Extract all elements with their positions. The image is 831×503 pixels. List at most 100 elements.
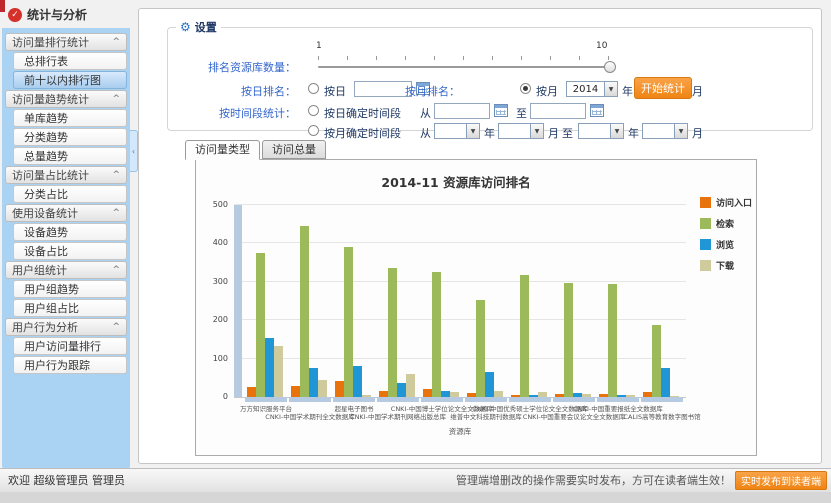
sidebar-item[interactable]: 用户组趋势 — [13, 280, 127, 298]
sidebar-nav: 访问量排行统计^总排行表前十以内排行图访问量趋势统计^单库趋势分类趋势总量趋势访… — [2, 33, 130, 374]
y-tick-label: 0 — [223, 392, 228, 401]
period-daily-radio[interactable] — [308, 105, 319, 116]
period-monthly-radio-label: 按月确定时间段 — [324, 125, 401, 141]
bar — [309, 368, 318, 397]
slider-handle[interactable] — [604, 61, 616, 73]
legend-item: 下载 — [700, 259, 752, 272]
group-base-strip — [333, 397, 375, 402]
period-from-year-select[interactable]: ▼ — [434, 123, 480, 139]
sidebar-item[interactable]: 设备占比 — [13, 242, 127, 260]
bar-group — [640, 206, 684, 397]
bar — [485, 372, 494, 397]
daily-rank-label: 按日排名： — [168, 83, 296, 99]
settings-legend-label: 设置 — [195, 19, 217, 35]
sidebar-group-label: 用户行为分析 — [12, 319, 78, 336]
sidebar-group-header[interactable]: 访问量排行统计^ — [5, 33, 127, 51]
sidebar-group-header[interactable]: 用户行为分析^ — [5, 318, 127, 336]
bar — [344, 247, 353, 397]
sidebar-collapse-handle[interactable]: ‹ — [130, 130, 138, 172]
tab[interactable]: 访问总量 — [262, 140, 326, 159]
gear-icon: ⚙ — [180, 20, 191, 34]
to-label: 至 — [516, 105, 527, 121]
bar — [670, 396, 679, 397]
sidebar-group-label: 用户组统计 — [12, 262, 67, 279]
sidebar-group-label: 访问量排行统计 — [12, 34, 89, 51]
bar — [265, 338, 274, 397]
bar — [626, 395, 635, 397]
monthly-radio-label: 按月 — [536, 83, 558, 99]
legend-label: 检索 — [716, 217, 734, 230]
chevron-up-icon: ^ — [112, 167, 120, 184]
sidebar-item[interactable]: 设备趋势 — [13, 223, 127, 241]
bar-group — [420, 206, 464, 397]
slider-ticks — [318, 56, 610, 60]
year-select[interactable]: 2014 ▼ — [566, 81, 618, 97]
y-tick-label: 200 — [213, 315, 228, 324]
chart-title: 2014-11 资源库访问排名 — [216, 172, 696, 191]
tab[interactable]: 访问量类型 — [185, 140, 260, 160]
month-unit: 月 — [692, 125, 703, 141]
sidebar-item[interactable]: 分类趋势 — [13, 128, 127, 146]
bar-group — [376, 206, 420, 397]
sidebar-item[interactable]: 总量趋势 — [13, 147, 127, 165]
rank-count-slider[interactable] — [318, 66, 610, 68]
y-tick-label: 300 — [213, 277, 228, 286]
sidebar-group-header[interactable]: 用户组统计^ — [5, 261, 127, 279]
bar — [274, 346, 283, 397]
sidebar-item[interactable]: 用户访问量排行 — [13, 337, 127, 355]
period-monthly-radio[interactable] — [308, 125, 319, 136]
month-unit: 月 — [692, 83, 703, 99]
period-to-date-input[interactable] — [530, 103, 586, 119]
year-unit: 年 — [484, 125, 495, 141]
group-base-strip — [465, 397, 507, 402]
sidebar-item[interactable]: 单库趋势 — [13, 109, 127, 127]
bar — [511, 395, 520, 397]
sidebar-item[interactable]: 总排行表 — [13, 52, 127, 70]
year-unit: 年 — [622, 83, 633, 99]
bar — [494, 391, 503, 397]
sidebar-item[interactable]: 用户行为跟踪 — [13, 356, 127, 374]
bar — [300, 226, 309, 397]
calendar-icon[interactable] — [494, 104, 508, 117]
period-from-month-select[interactable]: ▼ — [498, 123, 544, 139]
period-from-date-input[interactable] — [434, 103, 490, 119]
bar-group — [288, 206, 332, 397]
bar — [441, 391, 450, 397]
chevron-down-icon: ▼ — [674, 124, 687, 138]
legend-item: 访问入口 — [700, 196, 752, 209]
sidebar-group-header[interactable]: 访问量趋势统计^ — [5, 90, 127, 108]
status-bar: 欢迎 超级管理员 管理员 管理端增删改的操作需要实时发布，方可在读者端生效！ 实… — [0, 468, 831, 492]
chart-tabbar: 访问量类型访问总量 — [185, 140, 326, 160]
bar-group — [332, 206, 376, 397]
sidebar-item[interactable]: 前十以内排行图 — [13, 71, 127, 89]
chevron-down-icon: ▼ — [604, 82, 617, 96]
sidebar-group-header[interactable]: 使用设备统计^ — [5, 204, 127, 222]
bar — [529, 395, 538, 397]
chart-plot: 0100200300400500 — [234, 206, 686, 398]
window-bottom-strip — [0, 492, 831, 503]
publish-button[interactable]: 实时发布到读者端 — [735, 471, 827, 490]
daily-radio[interactable] — [308, 83, 319, 94]
legend-label: 浏览 — [716, 238, 734, 251]
bar — [617, 395, 626, 397]
period-to-year-select[interactable]: ▼ — [578, 123, 624, 139]
sidebar-item[interactable]: 用户组占比 — [13, 299, 127, 317]
period-to-month-select[interactable]: ▼ — [642, 123, 688, 139]
bar — [406, 374, 415, 397]
monthly-radio[interactable] — [520, 83, 531, 94]
chart-container: 2014-11 资源库访问排名 0100200300400500 万方知识服务平… — [195, 159, 757, 456]
calendar-icon[interactable] — [590, 104, 604, 117]
bar — [256, 253, 265, 397]
sidebar-item[interactable]: 分类占比 — [13, 185, 127, 203]
chart-x-axis-title: 资源库 — [234, 426, 686, 437]
bar — [608, 284, 617, 397]
daily-radio-label: 按日 — [324, 83, 346, 99]
start-statistics-button[interactable]: 开始统计 — [634, 77, 692, 99]
bar — [318, 380, 327, 397]
sidebar-group-header[interactable]: 访问量占比统计^ — [5, 166, 127, 184]
bar — [450, 392, 459, 397]
corner-flag — [0, 0, 5, 12]
bar-group — [508, 206, 552, 397]
bar — [247, 387, 256, 397]
y-tick-label: 100 — [213, 354, 228, 363]
